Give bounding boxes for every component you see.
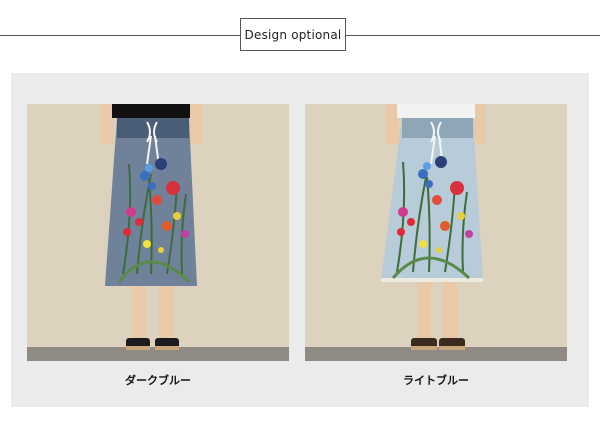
product-photo-dark-blue[interactable] xyxy=(27,104,289,361)
caption-dark-blue: ダークブルー xyxy=(125,374,191,387)
divider-right xyxy=(346,35,600,36)
divider-left xyxy=(0,35,240,36)
skirt-illustration-light xyxy=(305,104,567,361)
caption-light-blue: ライトブルー xyxy=(403,374,469,387)
section-title: Design optional xyxy=(240,18,346,51)
product-photo-light-blue[interactable] xyxy=(305,104,567,361)
skirt-illustration-dark xyxy=(27,104,289,361)
